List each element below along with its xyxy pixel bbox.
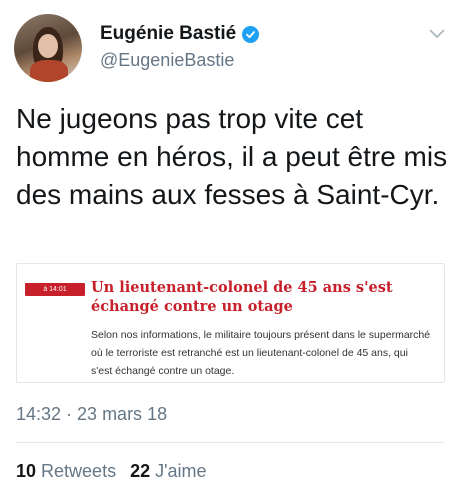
link-card[interactable]: à 14:01 Un lieutenant-colonel de 45 ans … — [16, 263, 445, 383]
likes-label: J'aime — [155, 461, 207, 481]
avatar[interactable] — [14, 14, 82, 82]
tweet-text: Ne jugeons pas trop vite cet homme en hé… — [16, 103, 455, 210]
divider — [16, 442, 444, 443]
tweet: Eugénie Bastié @EugenieBastie Ne jugeons… — [0, 0, 460, 500]
retweets-stat[interactable]: 10 Retweets — [16, 461, 116, 482]
retweets-count: 10 — [16, 461, 37, 481]
tweet-stats: 10 Retweets 22 J'aime — [16, 461, 221, 482]
user-handle[interactable]: @EugenieBastie — [100, 50, 234, 71]
retweets-label: Retweets — [41, 461, 117, 481]
tweet-timestamp[interactable]: 14:32 · 23 mars 18 — [16, 404, 167, 425]
time-badge: à 14:01 — [25, 283, 85, 296]
verified-badge-icon — [242, 25, 260, 43]
likes-count: 22 — [130, 461, 151, 481]
display-name[interactable]: Eugénie Bastié — [100, 23, 236, 45]
card-body: Selon nos informations, le militaire tou… — [91, 329, 431, 377]
card-headline[interactable]: Un lieutenant-colonel de 45 ans s'est éc… — [91, 278, 435, 316]
likes-stat[interactable]: 22 J'aime — [130, 461, 206, 482]
user-name-line[interactable]: Eugénie Bastié — [100, 23, 260, 45]
chevron-down-icon[interactable] — [429, 26, 445, 44]
